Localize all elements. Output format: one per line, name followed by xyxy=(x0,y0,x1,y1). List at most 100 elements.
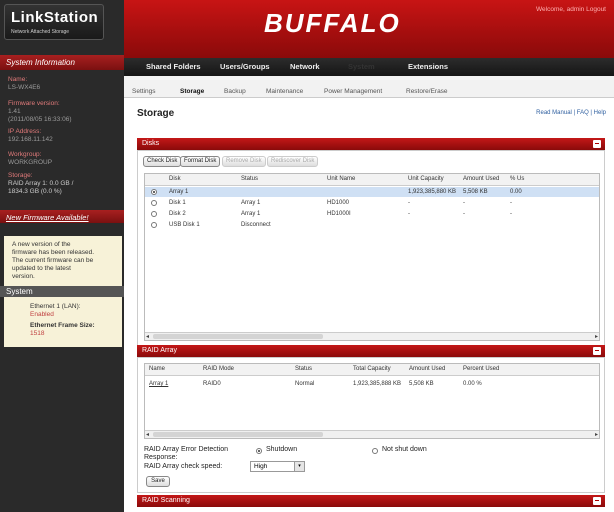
subtab-backup[interactable]: Backup xyxy=(224,88,246,95)
horizontal-scrollbar[interactable]: ◂ ▸ xyxy=(145,332,599,340)
check-speed-value: High xyxy=(254,463,268,470)
disks-table-header: Disk Status Unit Name Unit Capacity Amou… xyxy=(145,174,599,186)
raid-status: Normal xyxy=(295,381,315,387)
raid-array-link[interactable]: Array 1 xyxy=(149,381,168,387)
fw-text-5: version. xyxy=(12,273,35,280)
sub-navigation: Settings Storage Backup Maintenance Powe… xyxy=(124,76,614,98)
collapse-icon[interactable] xyxy=(593,497,601,505)
disk-name: Disk 2 xyxy=(169,211,186,217)
rediscover-disk-button[interactable]: Rediscover Disk xyxy=(267,156,319,167)
system-information-header: System Information xyxy=(0,55,124,70)
scrollbar-thumb[interactable] xyxy=(153,432,323,437)
disk-percent: 0.00 xyxy=(510,189,522,195)
disk-used: - xyxy=(463,200,465,206)
subtab-settings[interactable]: Settings xyxy=(132,88,156,95)
scroll-left-icon[interactable]: ◂ xyxy=(146,333,149,340)
disk-radio[interactable] xyxy=(151,189,157,195)
raid-total: 1,923,385,888 KB xyxy=(353,381,402,387)
frame-size-value: 1518 xyxy=(30,330,45,337)
scroll-right-icon[interactable]: ▸ xyxy=(595,431,598,438)
subtab-power-management[interactable]: Power Management xyxy=(324,88,382,95)
tab-system[interactable]: System xyxy=(348,62,375,71)
ethernet-value: Enabled xyxy=(30,311,54,318)
subtab-restore-erase[interactable]: Restore/Erase xyxy=(406,88,448,95)
disk-status: Disconnect xyxy=(241,222,271,228)
check-speed-label: RAID Array check speed: xyxy=(144,463,223,470)
system-status-box: Ethernet 1 (LAN): Enabled Ethernet Frame… xyxy=(4,297,122,347)
col-amount-used: Amount Used xyxy=(409,366,446,372)
page-title: Storage xyxy=(137,108,175,119)
disk-capacity: 1,923,385,880 KB xyxy=(408,189,457,195)
firmware-version: 1.41 xyxy=(8,108,21,115)
new-firmware-link[interactable]: New Firmware Available! xyxy=(0,210,124,223)
not-shutdown-radio[interactable] xyxy=(372,448,378,454)
tab-shared-folders[interactable]: Shared Folders xyxy=(146,62,201,71)
save-button[interactable]: Save xyxy=(146,476,170,487)
welcome-logout[interactable]: Welcome, admin Logout xyxy=(536,6,606,13)
logo-subtitle: Network Attached Storage xyxy=(11,29,70,35)
fw-text-4: updated to the latest xyxy=(12,265,71,272)
help-links[interactable]: Read Manual | FAQ | Help xyxy=(536,110,606,116)
subtab-storage[interactable]: Storage xyxy=(180,88,204,95)
linkstation-logo: LinkStation Network Attached Storage xyxy=(4,4,104,40)
ip-address-value: 192.168.11.142 xyxy=(8,136,53,143)
firmware-label: Firmware version: xyxy=(8,100,60,107)
col-status: Status xyxy=(241,176,259,182)
storage-value-1: RAID Array 1: 0.0 GB / xyxy=(8,180,74,187)
scroll-left-icon[interactable]: ◂ xyxy=(146,431,149,438)
system-header: System xyxy=(0,286,124,297)
horizontal-scrollbar[interactable]: ◂ ▸ xyxy=(145,430,599,438)
col-disk: Disk xyxy=(169,176,181,182)
collapse-icon[interactable] xyxy=(593,347,601,355)
table-row[interactable]: Disk 2 Array 1 HD1000I - - - xyxy=(145,209,599,219)
tab-network[interactable]: Network xyxy=(290,62,320,71)
scrollbar-thumb[interactable] xyxy=(153,334,323,339)
col-name: Name xyxy=(149,366,166,372)
name-value: LS-WX4E6 xyxy=(8,84,41,91)
disk-name: Disk 1 xyxy=(169,200,186,206)
table-row[interactable]: Disk 1 Array 1 HD1000 - - - xyxy=(145,198,599,208)
error-detection-label: RAID Array Error Detection Response: xyxy=(144,446,229,461)
tab-users-groups[interactable]: Users/Groups xyxy=(220,62,270,71)
col-amount-used: Amount Used xyxy=(463,176,500,182)
frame-size-label: Ethernet Frame Size: xyxy=(30,322,95,329)
disk-radio[interactable] xyxy=(151,200,157,206)
disk-name: USB Disk 1 xyxy=(169,222,200,228)
sidebar: LinkStation Network Attached Storage Sys… xyxy=(0,0,124,512)
shutdown-radio[interactable] xyxy=(256,448,262,454)
collapse-icon[interactable] xyxy=(593,140,601,148)
disk-percent: - xyxy=(510,211,512,217)
table-row[interactable]: Array 1 RAID0 Normal 1,923,385,888 KB 5,… xyxy=(145,379,599,389)
disk-radio[interactable] xyxy=(151,211,157,217)
check-disk-button[interactable]: Check Disk xyxy=(143,156,182,167)
check-speed-select[interactable]: High ▾ xyxy=(250,461,305,472)
fw-text-1: A new version of the xyxy=(12,241,71,248)
format-disk-button[interactable]: Format Disk xyxy=(180,156,221,167)
col-status: Status xyxy=(295,366,313,372)
fw-text-3: The current firmware can be xyxy=(12,257,94,264)
firmware-date: (2011/08/05 16:33:06) xyxy=(8,116,72,123)
disk-radio[interactable] xyxy=(151,222,157,228)
disk-status: Array 1 xyxy=(241,200,261,206)
remove-disk-button[interactable]: Remove Disk xyxy=(222,156,266,167)
disk-percent: - xyxy=(510,200,512,206)
raid-array-title: RAID Array xyxy=(142,347,178,354)
disk-name: Array 1 xyxy=(169,189,189,195)
disk-capacity: - xyxy=(408,200,410,206)
table-row[interactable]: USB Disk 1 Disconnect xyxy=(145,220,599,230)
tab-extensions[interactable]: Extensions xyxy=(408,62,448,71)
disk-unit: HD1000 xyxy=(327,200,350,206)
fw-text-2: firmware has been released. xyxy=(12,249,95,256)
workgroup-label: Workgroup: xyxy=(8,151,42,158)
col-percent-used: Percent Used xyxy=(463,366,500,372)
table-row[interactable]: Array 1 1,923,385,880 KB 5,508 KB 0.00 xyxy=(145,187,599,197)
disk-used: - xyxy=(463,211,465,217)
disks-panel-header: Disks xyxy=(137,138,605,150)
scroll-right-icon[interactable]: ▸ xyxy=(595,333,598,340)
raid-scanning-panel-header: RAID Scanning xyxy=(137,495,605,507)
disk-capacity: - xyxy=(408,211,410,217)
ip-address-label: IP Address: xyxy=(8,128,42,135)
raid-scanning-title: RAID Scanning xyxy=(142,497,190,504)
subtab-maintenance[interactable]: Maintenance xyxy=(266,88,303,95)
raid-array-panel-header: RAID Array xyxy=(137,345,605,357)
